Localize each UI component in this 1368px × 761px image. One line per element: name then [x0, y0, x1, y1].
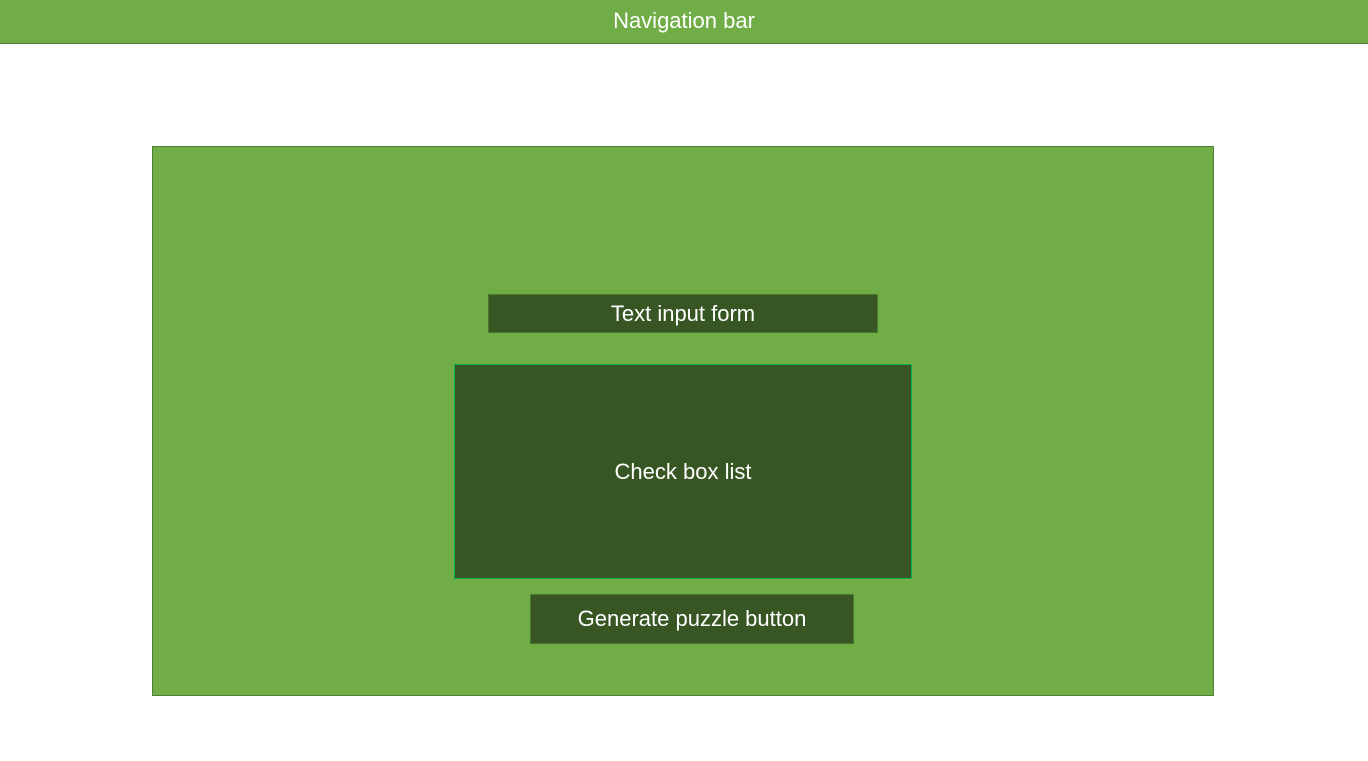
check-box-list-box: Check box list: [454, 364, 912, 579]
navigation-bar-label: Navigation bar: [613, 8, 755, 33]
check-box-list-label: Check box list: [614, 458, 752, 484]
text-input-form-box: Text input form: [488, 294, 878, 333]
navigation-bar: Navigation bar: [0, 0, 1368, 44]
generate-puzzle-button-box: Generate puzzle button: [530, 594, 854, 644]
text-input-form-label: Text input form: [610, 300, 756, 326]
generate-puzzle-button-label: Generate puzzle button: [577, 606, 807, 631]
